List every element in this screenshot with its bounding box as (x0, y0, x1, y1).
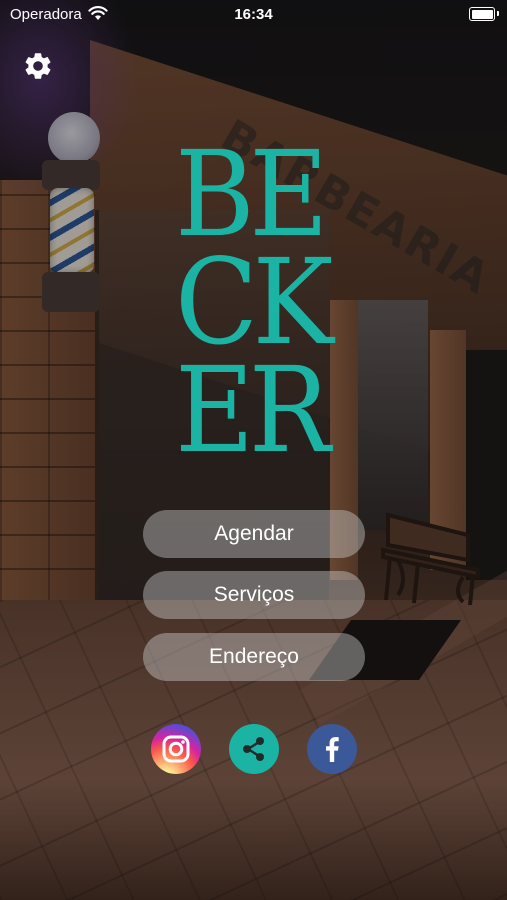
becker-logo: BE CK ER (175, 125, 365, 490)
gear-icon (25, 53, 51, 79)
instagram-icon (162, 735, 190, 763)
status-bar: Operadora 16:34 (0, 0, 507, 28)
agendar-button[interactable]: Agendar (143, 510, 365, 558)
share-button[interactable] (229, 724, 279, 774)
clock-time: 16:34 (234, 6, 273, 23)
endereco-button[interactable]: Endereço (143, 633, 365, 681)
instagram-button[interactable] (151, 724, 201, 774)
battery-icon (469, 7, 499, 21)
facebook-icon (326, 737, 339, 762)
logo-line-1: BE (175, 125, 329, 263)
servicos-button[interactable]: Serviços (143, 571, 365, 619)
settings-button[interactable] (22, 50, 54, 82)
logo-line-2: CK (175, 233, 334, 371)
facebook-button[interactable] (307, 724, 357, 774)
logo-line-3: ER (175, 341, 330, 479)
share-icon (243, 737, 264, 761)
